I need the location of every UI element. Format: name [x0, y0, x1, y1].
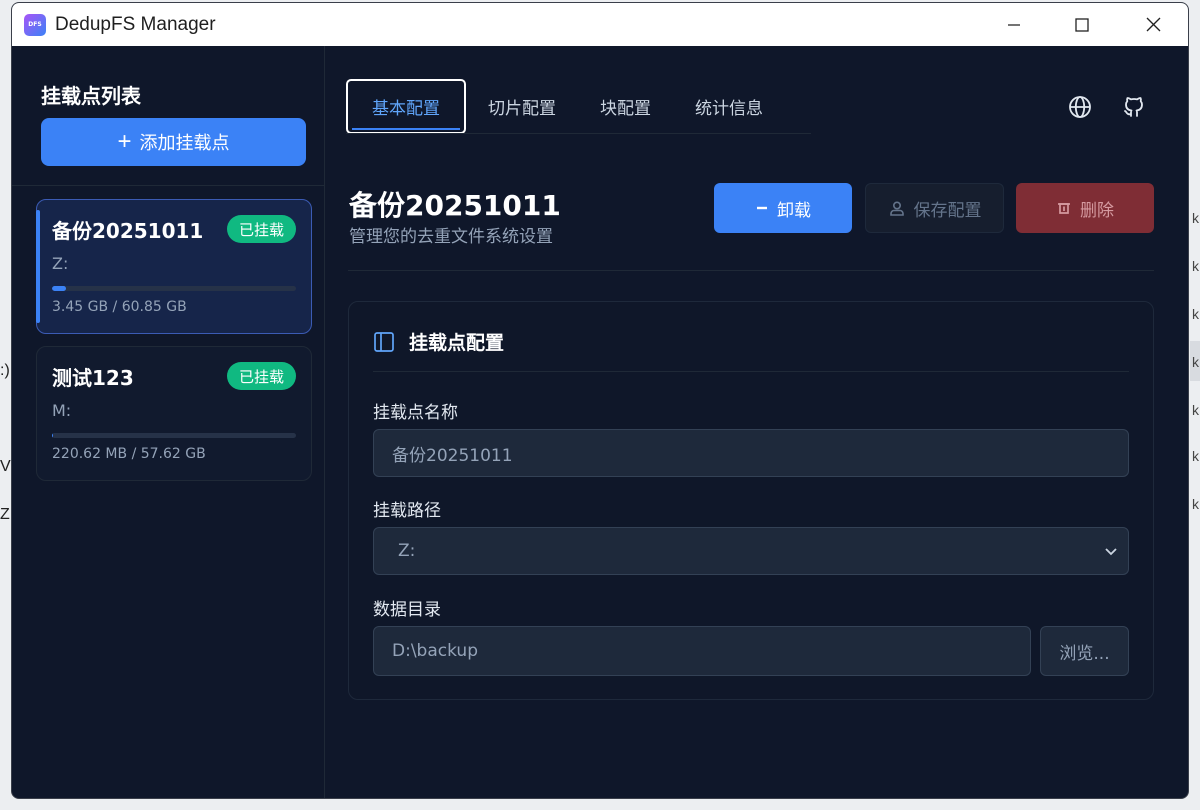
sidebar-title: 挂载点列表 [41, 84, 141, 108]
chevron-down-icon [1105, 548, 1117, 556]
mount-path-select[interactable]: Z: [373, 527, 1129, 575]
mount-card[interactable]: 测试123 已挂载 M: 220.62 MB / 57.62 GB [36, 346, 312, 481]
save-icon [889, 201, 904, 216]
background-letter: k [1192, 306, 1199, 322]
mount-drive: Z: [52, 254, 69, 273]
panel-title: 挂载点配置 [409, 332, 505, 354]
tab-statistics[interactable]: 统计信息 [673, 79, 785, 134]
usage-text: 3.45 GB / 60.85 GB [52, 299, 187, 315]
usage-bar [52, 433, 296, 438]
close-icon [1146, 17, 1160, 32]
mount-name-value: 备份20251011 [392, 445, 513, 466]
status-badge: 已挂载 [226, 215, 296, 243]
mount-path-label: 挂载路径 [373, 501, 441, 521]
unmount-button[interactable]: 卸载 [714, 183, 852, 233]
window-title: DedupFS Manager [55, 13, 216, 35]
app-logo-icon: DFS [24, 13, 46, 36]
panel-header: 挂载点配置 [373, 328, 504, 355]
close-button[interactable] [1119, 3, 1187, 46]
delete-label: 删除 [1080, 200, 1114, 220]
usage-bar-fill [52, 433, 54, 438]
background-fragment: V [0, 458, 11, 475]
background-letter: k [1192, 354, 1199, 370]
background-fragment: :) [0, 362, 10, 379]
background-letter: k [1192, 496, 1199, 512]
background-list: k k k k k k k [1190, 190, 1200, 530]
maximize-icon [1075, 17, 1089, 32]
background-letter: k [1192, 210, 1199, 226]
app-window: DFS DedupFS Manager 挂载点列表 + 添加挂载点 备份2025… [11, 2, 1189, 799]
github-button[interactable] [1120, 93, 1148, 121]
data-dir-input[interactable]: D:\backup [373, 626, 1031, 676]
trash-icon [1058, 203, 1070, 214]
background-letter: k [1192, 448, 1199, 464]
globe-icon [1069, 96, 1091, 118]
main-content: 基本配置 切片配置 块配置 统计信息 备份20251011 管理您的去重文件系统… [326, 46, 1188, 798]
sidebar: 挂载点列表 + 添加挂载点 备份20251011 已挂载 Z: 3.45 GB … [12, 46, 325, 798]
language-button[interactable] [1066, 93, 1094, 121]
usage-text: 220.62 MB / 57.62 GB [52, 446, 206, 462]
delete-button[interactable]: 删除 [1016, 183, 1154, 233]
sidebar-panel-icon [374, 331, 394, 352]
background-letter: k [1192, 258, 1199, 274]
unmount-label: 卸载 [777, 200, 811, 220]
add-mount-label: 添加挂载点 [139, 133, 230, 153]
divider [373, 371, 1129, 372]
mount-drive: M: [52, 401, 72, 420]
data-dir-label: 数据目录 [373, 600, 441, 620]
save-config-label: 保存配置 [913, 200, 982, 220]
page-subtitle: 管理您的去重文件系统设置 [349, 227, 553, 247]
mount-name: 备份20251011 [52, 219, 204, 243]
divider [12, 185, 325, 186]
mount-name: 测试123 [52, 366, 134, 390]
data-dir-value: D:\backup [392, 641, 478, 661]
status-badge: 已挂载 [226, 362, 296, 390]
mount-name-label: 挂载点名称 [373, 403, 458, 423]
minimize-icon [1008, 23, 1020, 26]
mount-name-input[interactable]: 备份20251011 [373, 429, 1129, 477]
title-bar[interactable]: DFS DedupFS Manager [12, 3, 1188, 46]
usage-bar [52, 286, 296, 291]
tab-slice-config[interactable]: 切片配置 [466, 79, 578, 134]
maximize-button[interactable] [1048, 3, 1116, 46]
mount-path-value: Z: [398, 541, 416, 561]
tab-basic-config[interactable]: 基本配置 [346, 79, 466, 134]
divider [348, 270, 1154, 271]
browse-button[interactable]: 浏览... [1040, 626, 1129, 676]
minus-icon [757, 206, 767, 210]
tab-block-config[interactable]: 块配置 [578, 79, 673, 134]
tab-bar: 基本配置 切片配置 块配置 统计信息 [346, 79, 785, 134]
save-config-button[interactable]: 保存配置 [865, 183, 1004, 233]
minimize-button[interactable] [980, 3, 1048, 46]
page-title: 备份20251011 [349, 189, 561, 222]
mount-config-panel: 挂载点配置 挂载点名称 备份20251011 挂载路径 Z: 数据目录 D:\b… [348, 301, 1154, 700]
background-letter: k [1192, 402, 1199, 418]
divider [346, 133, 811, 134]
add-mount-button[interactable]: + 添加挂载点 [41, 118, 306, 166]
mount-card[interactable]: 备份20251011 已挂载 Z: 3.45 GB / 60.85 GB [36, 199, 312, 334]
plus-icon: + [117, 128, 132, 155]
usage-bar-fill [52, 286, 66, 291]
github-icon [1124, 97, 1143, 117]
